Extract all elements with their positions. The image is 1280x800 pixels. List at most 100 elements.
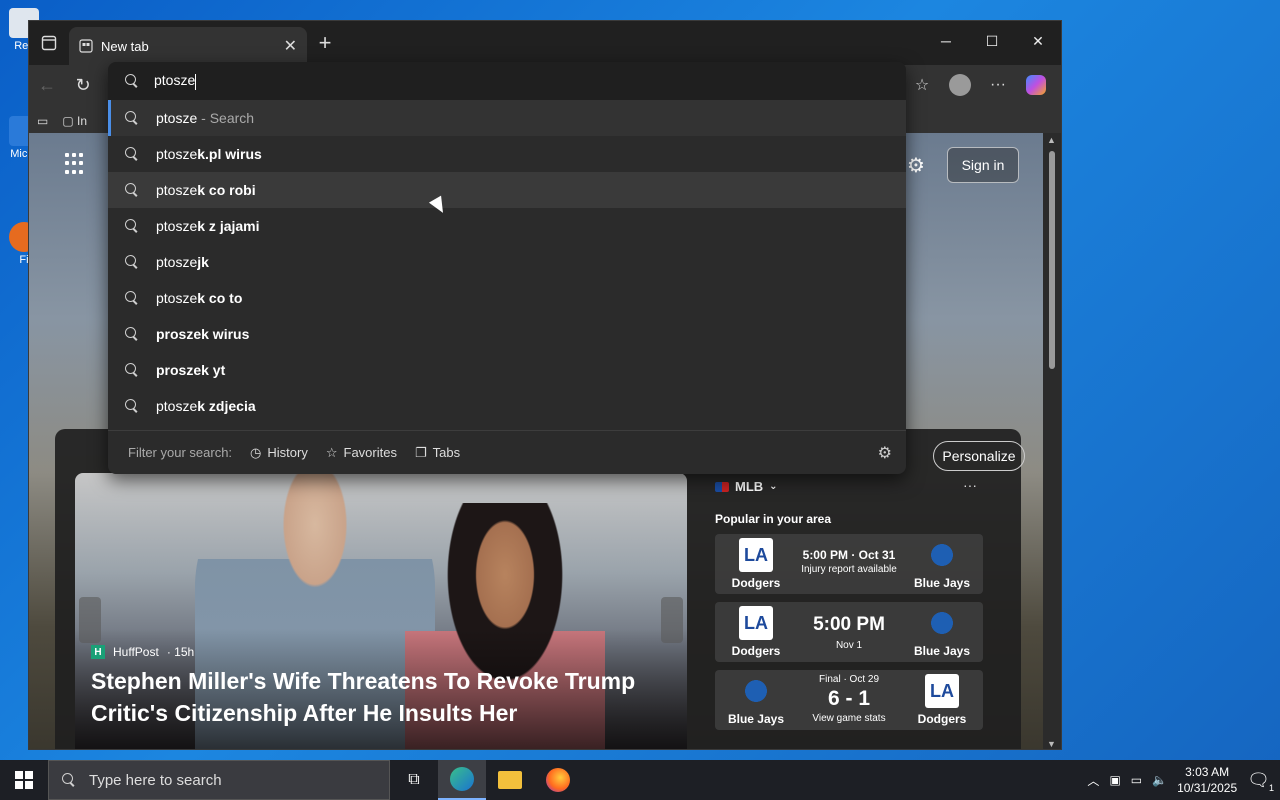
copilot-button[interactable] (1019, 67, 1053, 103)
reading-icon[interactable]: ▭ (37, 114, 48, 128)
favorites-bar-item[interactable]: ▢ In (62, 114, 87, 128)
team-right: Blue Jays (907, 538, 977, 590)
suggestion-item[interactable]: ptoszejk (108, 244, 906, 280)
page-scrollbar[interactable]: ▲ ▼ (1043, 133, 1061, 749)
game-card[interactable]: LA Dodgers 5:00 PM Nov 1 Blue Jays (715, 602, 983, 662)
taskbar-file-explorer[interactable] (486, 760, 534, 800)
search-settings-gear-icon[interactable]: ⚙ (878, 443, 892, 463)
close-window-button[interactable]: ✕ (1015, 21, 1061, 61)
tab-actions-button[interactable] (29, 21, 69, 65)
volume-muted-icon[interactable]: 🔈 (1152, 773, 1167, 787)
address-bar-dropdown: ptosze ptosze - Search ptoszek.pl wirus … (108, 62, 906, 474)
filter-favorites[interactable]: ☆ Favorites (326, 445, 397, 461)
close-tab-icon[interactable]: ✕ (284, 36, 297, 56)
team-name: Dodgers (731, 576, 781, 590)
profile-button[interactable] (943, 67, 977, 103)
mlb-more-button[interactable]: ··· (963, 477, 977, 493)
plus-icon: + (318, 30, 332, 55)
hero-news-card[interactable]: H HuffPost · 15h Stephen Miller's Wife T… (75, 473, 687, 749)
suggestion-prefix: ptosze (156, 110, 198, 126)
mlb-logo-icon (715, 481, 729, 492)
scroll-down-icon[interactable]: ▼ (1047, 739, 1056, 749)
windows-logo-icon (15, 771, 33, 789)
suggestion-item[interactable]: ptoszek co to (108, 280, 906, 316)
avatar-icon (949, 74, 971, 96)
news-age: · 15h (166, 645, 195, 659)
blue-jays-logo-icon (925, 606, 959, 640)
taskbar-search-box[interactable]: Type here to search (48, 760, 390, 800)
suggestion-item[interactable]: ptoszek.pl wirus (108, 136, 906, 172)
clock[interactable]: 3:03 AM 10/31/2025 (1177, 764, 1237, 796)
filter-history[interactable]: ◷ History (250, 445, 308, 461)
game-info: 5:00 PM Nov 1 (785, 602, 913, 651)
minimize-button[interactable]: ─ (923, 21, 969, 61)
taskbar: Type here to search ⧉ ︿ ▣ ▭ 🔈 3:03 AM 10… (0, 760, 1280, 800)
mlb-subtitle: Popular in your area (715, 512, 832, 526)
filter-tabs[interactable]: ❐ Tabs (415, 445, 460, 461)
filter-label: Filter your search: (128, 445, 233, 460)
task-view-button[interactable]: ⧉ (390, 760, 438, 800)
team-name: Blue Jays (913, 644, 971, 658)
suggestion-suffix: - Search (197, 110, 255, 126)
suggestion-completion: k co robi (197, 182, 256, 198)
game-card[interactable]: LA Dodgers 5:00 PM · Oct 31 Injury repor… (715, 534, 983, 594)
suggestion-item[interactable]: proszek wirus (108, 316, 906, 352)
taskbar-search-placeholder: Type here to search (89, 771, 222, 789)
team-name: Dodgers (731, 644, 781, 658)
tab-actions-icon (41, 35, 57, 51)
back-button[interactable]: ← (29, 67, 65, 103)
close-icon: ✕ (1032, 32, 1044, 49)
suggestion-item[interactable]: ptoszek co robi (108, 172, 906, 208)
favorites-bar-item-label: In (77, 114, 88, 128)
network-icon[interactable]: ▭ (1131, 773, 1142, 787)
show-hidden-icons-chevron-up-icon[interactable]: ︿ (1087, 772, 1099, 789)
device-icon[interactable]: ▣ (1109, 773, 1120, 787)
more-icon: ··· (990, 76, 1006, 93)
huffpost-logo-icon: H (91, 645, 105, 659)
personalize-button[interactable]: Personalize (933, 441, 1025, 471)
minimize-icon: ─ (941, 33, 951, 49)
suggestion-item[interactable]: ptoszek zdjecia (108, 388, 906, 424)
carousel-prev-button[interactable] (79, 597, 101, 643)
game-score: 6 - 1 (827, 687, 871, 710)
apps-grid-icon[interactable] (65, 153, 87, 175)
dodgers-logo-icon: LA (925, 674, 959, 708)
scroll-up-icon[interactable]: ▲ (1047, 135, 1056, 145)
taskbar-firefox[interactable] (534, 760, 582, 800)
suggestion-item[interactable]: ptoszek z jajami (108, 208, 906, 244)
address-bar-query: ptosze (154, 72, 196, 89)
task-view-icon: ⧉ (408, 771, 420, 788)
taskbar-edge[interactable] (438, 760, 486, 800)
carousel-next-button[interactable] (661, 597, 683, 643)
maximize-button[interactable]: ☐ (969, 21, 1015, 61)
refresh-button[interactable]: ↻ (65, 67, 101, 103)
new-tab-button[interactable]: + (307, 25, 343, 61)
game-card[interactable]: Blue Jays Final · Oct 29 6 - 1 View game… (715, 670, 983, 730)
team-name: Blue Jays (913, 576, 971, 590)
suggestion-completion: proszek yt (156, 362, 226, 378)
suggestion-prefix: ptosze (156, 290, 198, 306)
news-headline[interactable]: Stephen Miller's Wife Threatens To Revok… (91, 665, 671, 729)
suggestion-item[interactable]: ptosze - Search (108, 100, 906, 136)
search-icon (124, 362, 140, 378)
game-date: Nov 1 (835, 640, 863, 651)
start-button[interactable] (0, 760, 48, 800)
settings-more-button[interactable]: ··· (981, 67, 1015, 103)
tabs-icon: ❐ (414, 444, 427, 460)
back-arrow-icon: ← (38, 74, 56, 95)
star-list-icon: ☆ (914, 77, 930, 94)
suggestion-item[interactable]: proszek yt (108, 352, 906, 388)
sign-in-button[interactable]: Sign in (947, 147, 1019, 183)
search-icon (124, 110, 140, 126)
address-bar-input[interactable]: ptosze (108, 62, 906, 100)
blue-jays-logo-icon (739, 674, 773, 708)
scrollbar-thumb[interactable] (1049, 151, 1055, 369)
suggestion-completion: proszek wirus (156, 326, 250, 342)
tab-new-tab[interactable]: New tab ✕ (69, 27, 307, 65)
dodgers-logo-icon: LA (739, 538, 773, 572)
filter-tabs-label: Tabs (432, 445, 461, 460)
notifications-button[interactable]: 🗨 1 (1247, 770, 1274, 793)
favorites-button[interactable]: ☆ (905, 67, 939, 103)
game-stats-link[interactable]: View game stats (785, 713, 913, 724)
page-settings-gear-icon[interactable]: ⚙ (907, 153, 925, 178)
